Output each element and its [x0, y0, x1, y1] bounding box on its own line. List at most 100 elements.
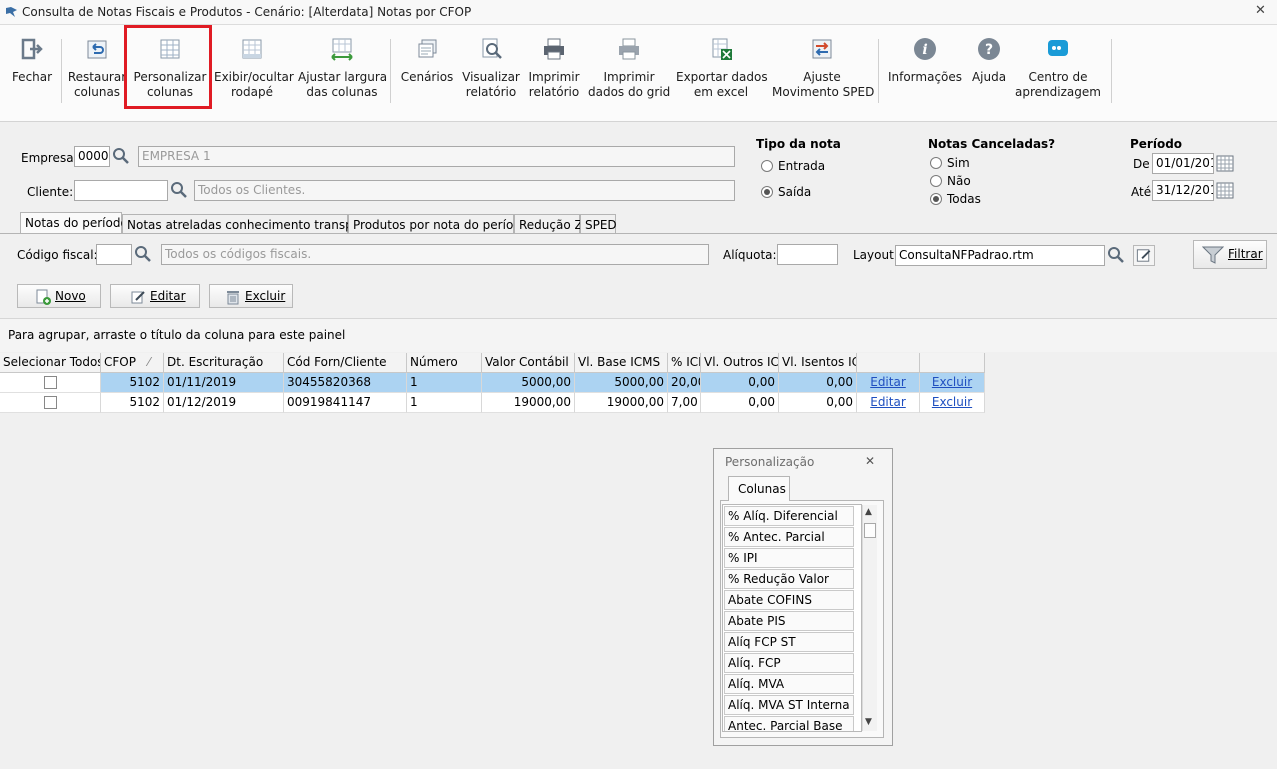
- list-scrollbar[interactable]: ▲ ▼: [862, 505, 877, 731]
- cliente-search-icon[interactable]: [169, 180, 189, 201]
- exibir-ocultar-rodape-button[interactable]: Exibir/ocultar rodapé: [214, 25, 294, 105]
- empresa-search-icon[interactable]: [111, 146, 131, 167]
- imprimir-dados-grid-button[interactable]: Imprimir dados do grid: [588, 25, 670, 105]
- cliente-code-input[interactable]: [74, 180, 168, 201]
- chat-icon: [1048, 40, 1068, 56]
- excluir-link[interactable]: Excluir: [920, 393, 985, 413]
- cell-outros: 0,00: [701, 373, 779, 393]
- list-item[interactable]: Abate COFINS: [724, 590, 854, 610]
- codigo-search-icon[interactable]: [133, 244, 153, 265]
- imprimir-relatorio-button[interactable]: Imprimir relatório: [526, 25, 582, 105]
- svg-text:i: i: [922, 42, 927, 58]
- scroll-up-icon[interactable]: ▲: [865, 507, 872, 517]
- header-cod-forn-cliente[interactable]: Cód Forn/Cliente: [284, 353, 407, 373]
- tab-colunas[interactable]: Colunas: [728, 476, 790, 501]
- close-window-icon[interactable]: ✕: [1255, 3, 1266, 18]
- saida-radio[interactable]: [761, 186, 773, 198]
- tab-notas-atreladas[interactable]: Notas atreladas conhecimento transporte: [122, 214, 377, 234]
- scenarios-icon: [418, 39, 437, 58]
- calendar-icon[interactable]: [1215, 180, 1235, 201]
- scroll-thumb[interactable]: [864, 523, 876, 538]
- aliquota-input[interactable]: [777, 244, 838, 265]
- tab-produtos-nota[interactable]: Produtos por nota do período: [348, 214, 528, 234]
- cenarios-button[interactable]: Cenários: [398, 25, 456, 105]
- new-document-icon: [36, 289, 51, 305]
- header-numero[interactable]: Número: [407, 353, 482, 373]
- header-vl-isentos-icms[interactable]: Vl. Isentos ICMS: [779, 353, 857, 373]
- header-dt-escrituracao[interactable]: Dt. Escrituração: [164, 353, 284, 373]
- header-selecionar-todos[interactable]: Selecionar Todos: [0, 353, 101, 373]
- window-title: Consulta de Notas Fiscais e Produtos - C…: [22, 5, 472, 19]
- list-item[interactable]: Antec. Parcial Base: [724, 716, 854, 731]
- header-vl-base-icms[interactable]: Vl. Base ICMS: [575, 353, 668, 373]
- cell-outros: 0,00: [701, 393, 779, 413]
- list-item[interactable]: % Redução Valor: [724, 569, 854, 589]
- list-item[interactable]: Alíq. MVA: [724, 674, 854, 694]
- cell-base: 5000,00: [575, 373, 668, 393]
- title-bar: Consulta de Notas Fiscais e Produtos - C…: [0, 0, 1277, 25]
- calendar-icon[interactable]: [1215, 153, 1235, 174]
- personalizacao-dialog[interactable]: Personalização ✕ Colunas % Alíq. Diferen…: [713, 448, 893, 746]
- excluir-button[interactable]: Excluir: [209, 284, 293, 308]
- exit-icon: [21, 38, 43, 60]
- list-item[interactable]: Alíq FCP ST: [724, 632, 854, 652]
- de-date-input[interactable]: 01/01/2019: [1152, 153, 1214, 174]
- cell-cfop: 5102: [101, 393, 164, 413]
- header-vl-outros-icms[interactable]: Vl. Outros ICMS: [701, 353, 779, 373]
- filtrar-button[interactable]: Filtrar: [1193, 240, 1267, 269]
- nao-radio[interactable]: [930, 175, 942, 187]
- layout-edit-icon[interactable]: [1133, 245, 1155, 266]
- aliquota-label: Alíquota:: [723, 248, 777, 262]
- sim-radio[interactable]: [930, 157, 942, 169]
- exportar-excel-button[interactable]: Exportar dados em excel: [676, 25, 768, 105]
- layout-search-icon[interactable]: [1106, 245, 1126, 266]
- restaurar-colunas-button[interactable]: Restaurar colunas: [66, 25, 128, 105]
- todas-radio[interactable]: [930, 193, 942, 205]
- list-item[interactable]: Abate PIS: [724, 611, 854, 631]
- excluir-link[interactable]: Excluir: [920, 373, 985, 393]
- header-excluir-col: [920, 353, 985, 373]
- tab-divider: [0, 233, 1277, 234]
- editar-link[interactable]: Editar: [857, 393, 920, 413]
- empresa-code-input[interactable]: 00001: [74, 146, 110, 167]
- entrada-radio[interactable]: [761, 160, 773, 172]
- ajuda-button[interactable]: ? Ajuda: [968, 25, 1010, 105]
- row-select-checkbox[interactable]: [0, 373, 101, 393]
- ajuste-movimento-sped-button[interactable]: Ajuste Movimento SPED: [772, 25, 874, 105]
- periodo-title: Período: [1130, 137, 1183, 151]
- editar-link[interactable]: Editar: [857, 373, 920, 393]
- header-perc-icms[interactable]: % ICMS: [668, 353, 701, 373]
- cell-cfop: 5102: [101, 373, 164, 393]
- toolbar-separator: [390, 39, 391, 103]
- ate-date-input[interactable]: 31/12/2019: [1152, 180, 1214, 201]
- header-valor-contabil[interactable]: Valor Contábil: [482, 353, 575, 373]
- novo-button[interactable]: Novo: [17, 284, 101, 308]
- editar-button[interactable]: Editar: [110, 284, 200, 308]
- fechar-button[interactable]: Fechar: [6, 25, 58, 105]
- header-cfop[interactable]: CFOP ⁄: [101, 353, 164, 373]
- layout-label: Layout:: [853, 248, 898, 262]
- nao-label: Não: [947, 174, 971, 188]
- tab-sped[interactable]: SPED: [580, 214, 617, 234]
- columns-list[interactable]: % Alíq. Diferencial % Antec. Parcial % I…: [722, 504, 862, 732]
- list-item[interactable]: Alíq. FCP: [724, 653, 854, 673]
- group-by-panel[interactable]: Para agrupar, arraste o título da coluna…: [0, 318, 1277, 352]
- layout-input[interactable]: ConsultaNFPadrao.rtm: [895, 245, 1105, 266]
- list-item[interactable]: % Antec. Parcial: [724, 527, 854, 547]
- tab-notas-periodo[interactable]: Notas do período: [20, 212, 128, 234]
- scroll-down-icon[interactable]: ▼: [865, 717, 872, 727]
- list-item[interactable]: % IPI: [724, 548, 854, 568]
- list-item[interactable]: Alíq. MVA ST Interna: [724, 695, 854, 715]
- list-item[interactable]: % Alíq. Diferencial: [724, 506, 854, 526]
- close-dialog-icon[interactable]: ✕: [865, 454, 875, 468]
- toolbar-separator: [1111, 39, 1112, 103]
- codigo-fiscal-input[interactable]: [96, 244, 132, 265]
- informacoes-button[interactable]: i Informações: [886, 25, 964, 105]
- ajustar-largura-button[interactable]: Ajustar largura das colunas: [298, 25, 387, 105]
- row-select-checkbox[interactable]: [0, 393, 101, 413]
- tab-reducao-z[interactable]: Redução Z: [514, 214, 583, 234]
- funnel-icon: [1202, 246, 1224, 264]
- sim-label: Sim: [947, 156, 970, 170]
- visualizar-relatorio-button[interactable]: Visualizar relatório: [460, 25, 522, 105]
- centro-aprendizagem-button[interactable]: Centro de aprendizagem: [1014, 25, 1102, 105]
